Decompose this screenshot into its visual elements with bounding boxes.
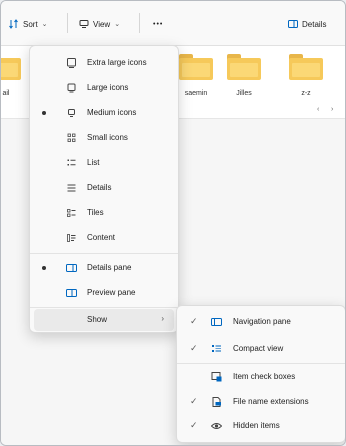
menu-item-label: Details bbox=[87, 183, 112, 192]
command-bar: Sort ⌄ View ⌄ ••• Details bbox=[1, 1, 345, 46]
preview-pane-icon bbox=[66, 289, 77, 297]
menu-item-label: Extra large icons bbox=[87, 58, 147, 67]
check-icon: ✓ bbox=[190, 420, 198, 430]
sort-button[interactable]: Sort ⌄ bbox=[9, 15, 48, 33]
check-icon: ✓ bbox=[190, 343, 198, 353]
submenu-item-compact-view[interactable]: ✓ Compact view bbox=[181, 337, 341, 361]
menu-item-content[interactable]: Content bbox=[34, 227, 174, 249]
menu-item-tiles[interactable]: Tiles bbox=[34, 202, 174, 224]
menu-item-label: Content bbox=[87, 233, 116, 242]
menu-item-label: Medium icons bbox=[87, 108, 137, 117]
details-icon bbox=[67, 184, 76, 192]
menu-item-large-icons[interactable]: Large icons bbox=[34, 77, 174, 99]
selected-bullet-icon bbox=[42, 266, 46, 270]
chevron-right-icon: › bbox=[161, 314, 164, 323]
view-chevron-icon: ⌄ bbox=[114, 21, 121, 28]
check-icon: ✓ bbox=[190, 316, 198, 326]
navigation-pane-icon bbox=[211, 318, 222, 326]
submenu-item-item-check-boxes[interactable]: Item check boxes bbox=[181, 365, 341, 389]
menu-item-label: Tiles bbox=[87, 208, 104, 217]
submenu-item-label: Navigation pane bbox=[233, 317, 291, 326]
submenu-item-label: Item check boxes bbox=[233, 372, 296, 381]
view-icon bbox=[79, 20, 89, 28]
extra-large-icons-icon bbox=[67, 58, 76, 68]
folder-icon[interactable] bbox=[289, 54, 323, 80]
more-options-button[interactable]: ••• bbox=[153, 15, 163, 33]
submenu-item-label: Hidden items bbox=[233, 421, 280, 430]
view-menu: Extra large icons Large icons Medium ico… bbox=[29, 45, 179, 333]
file-name: ail bbox=[2, 90, 10, 97]
check-icon: ✓ bbox=[190, 396, 198, 406]
toolbar-divider bbox=[139, 13, 140, 33]
menu-item-label: Details pane bbox=[87, 263, 132, 272]
scroll-left-icon[interactable]: ‹ bbox=[317, 106, 319, 113]
menu-item-label: List bbox=[87, 158, 100, 167]
details-label: Details bbox=[302, 19, 327, 29]
menu-item-list[interactable]: List bbox=[34, 152, 174, 174]
menu-item-preview-pane[interactable]: Preview pane bbox=[34, 282, 174, 304]
folder-icon[interactable] bbox=[227, 54, 261, 80]
submenu-item-file-name-extensions[interactable]: ✓ File name extensions bbox=[181, 390, 341, 414]
submenu-divider bbox=[177, 363, 345, 364]
explorer-window: Sort ⌄ View ⌄ ••• Details ail saemin Jil… bbox=[0, 0, 346, 446]
large-icons-icon bbox=[67, 83, 76, 93]
selected-bullet-icon bbox=[42, 111, 46, 115]
hidden-items-icon bbox=[211, 423, 222, 429]
menu-item-show[interactable]: Show › bbox=[34, 309, 174, 331]
sort-icon bbox=[9, 19, 18, 29]
medium-icons-icon bbox=[68, 109, 75, 117]
file-name: z-z bbox=[301, 90, 311, 97]
submenu-item-navigation-pane[interactable]: ✓ Navigation pane bbox=[181, 310, 341, 334]
folder-icon[interactable] bbox=[1, 54, 21, 80]
tiles-icon bbox=[67, 209, 76, 217]
item-check-boxes-icon bbox=[211, 372, 222, 382]
sort-chevron-icon: ⌄ bbox=[41, 21, 48, 28]
toolbar-divider bbox=[67, 13, 68, 33]
compact-view-icon bbox=[212, 345, 221, 352]
menu-item-label: Show bbox=[87, 315, 108, 324]
menu-item-medium-icons[interactable]: Medium icons bbox=[34, 102, 174, 124]
menu-item-label: Large icons bbox=[87, 83, 129, 92]
details-pane-toggle-icon bbox=[288, 20, 298, 28]
menu-divider bbox=[30, 253, 178, 254]
menu-item-label: Small icons bbox=[87, 133, 128, 142]
menu-item-details[interactable]: Details bbox=[34, 177, 174, 199]
submenu-item-label: File name extensions bbox=[233, 397, 309, 406]
file-name-extensions-icon bbox=[212, 397, 221, 407]
list-icon bbox=[67, 159, 76, 166]
details-pane-icon bbox=[66, 264, 77, 272]
details-button[interactable]: Details bbox=[288, 15, 326, 33]
show-submenu: ✓ Navigation pane ✓ Compact view Item ch… bbox=[176, 305, 345, 443]
small-icons-icon bbox=[67, 133, 76, 142]
more-icon: ••• bbox=[153, 20, 164, 28]
menu-item-label: Preview pane bbox=[87, 288, 136, 297]
file-name: Jilles bbox=[236, 90, 252, 97]
menu-item-extra-large-icons[interactable]: Extra large icons bbox=[34, 52, 174, 74]
scroll-right-icon[interactable]: › bbox=[331, 106, 333, 113]
sort-label: Sort bbox=[23, 19, 38, 29]
menu-divider bbox=[30, 307, 178, 308]
content-icon bbox=[67, 234, 76, 242]
menu-item-small-icons[interactable]: Small icons bbox=[34, 127, 174, 149]
submenu-item-label: Compact view bbox=[233, 344, 284, 353]
view-button[interactable]: View ⌄ bbox=[79, 15, 120, 33]
view-label: View bbox=[93, 19, 111, 29]
menu-item-details-pane[interactable]: Details pane bbox=[34, 257, 174, 279]
submenu-item-hidden-items[interactable]: ✓ Hidden items bbox=[181, 414, 341, 438]
folder-icon[interactable] bbox=[179, 54, 213, 80]
